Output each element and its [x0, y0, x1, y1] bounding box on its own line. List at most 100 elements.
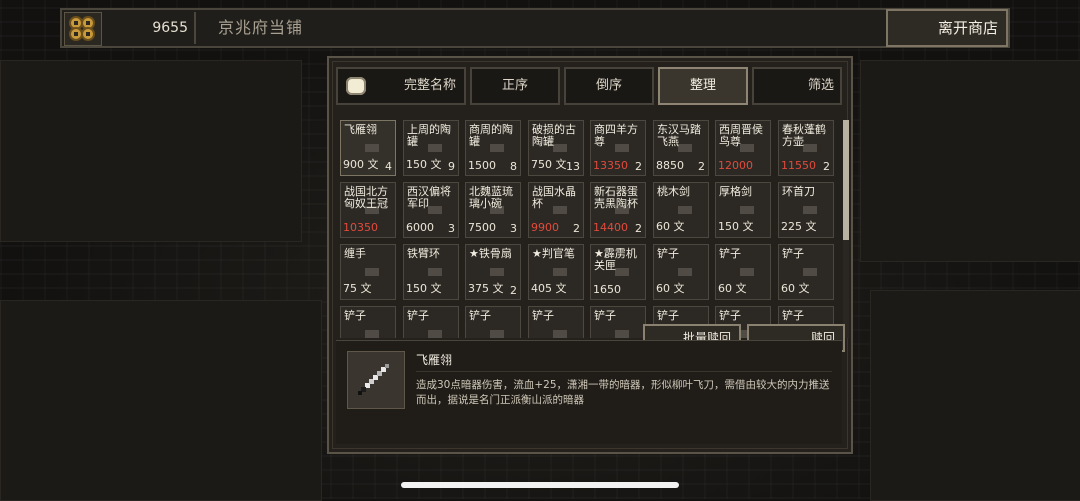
item-name: 铲子 — [719, 309, 741, 322]
item-price: 750 文 — [531, 158, 567, 171]
item-price: 225 文 — [781, 220, 817, 233]
item-name: 铲子 — [782, 247, 804, 260]
item-sprite-icon — [678, 268, 692, 276]
background-roof — [0, 60, 302, 242]
background-roof — [870, 290, 1080, 501]
item-slot[interactable]: 铲子 — [403, 306, 459, 338]
item-sprite-icon — [490, 330, 504, 338]
item-slot[interactable]: 破损的古陶罐 750 文 13 — [528, 120, 584, 176]
tab-full-name[interactable]: 完整名称 — [336, 67, 466, 105]
item-price: 60 文 — [718, 282, 747, 295]
item-price: 12000 — [718, 159, 753, 172]
item-name: ★判官笔 — [532, 247, 575, 260]
item-slot[interactable]: 西周晋侯鸟尊 12000 — [715, 120, 771, 176]
item-count: 4 — [385, 160, 392, 173]
item-slot[interactable]: 铲子 — [590, 306, 646, 338]
item-price: 150 文 — [718, 220, 754, 233]
item-name: 铲子 — [719, 247, 741, 260]
tab-label: 倒序 — [595, 78, 622, 93]
item-slot[interactable]: 铲子 — [528, 306, 584, 338]
item-grid: 飞雁翎 900 文 4 上周的陶罐 150 文 9 商周的陶罐 1500 8 破损的古陶罐 750 … — [340, 120, 836, 338]
item-slot[interactable]: 环首刀 225 文 — [778, 182, 834, 238]
item-price: 60 文 — [781, 282, 810, 295]
item-name: 商周的陶罐 — [469, 123, 513, 148]
item-sprite-icon — [740, 268, 754, 276]
item-price: 7500 — [468, 221, 496, 234]
item-price: 1650 — [593, 283, 621, 296]
item-slot[interactable]: 战国北方匈奴王冠 10350 — [340, 182, 396, 238]
tab-label: 筛选 — [807, 78, 834, 93]
item-slot[interactable]: 缠手 75 文 — [340, 244, 396, 300]
item-slot[interactable]: 新石器蛋壳黑陶杯 14400 2 — [590, 182, 646, 238]
item-name: 上周的陶罐 — [407, 123, 451, 148]
header-divider — [194, 12, 196, 44]
item-sprite-icon — [803, 268, 817, 276]
item-slot[interactable]: 铲子 60 文 — [778, 244, 834, 300]
item-count: 9 — [448, 160, 455, 173]
item-slot[interactable]: 铲子 60 文 — [715, 244, 771, 300]
item-slot[interactable]: 铁臂环 150 文 — [403, 244, 459, 300]
item-price: 150 文 — [406, 282, 442, 295]
item-slot[interactable]: 北魏蓝琉璃小碗 7500 3 — [465, 182, 521, 238]
item-slot[interactable]: 商四羊方尊 13350 2 — [590, 120, 646, 176]
leave-shop-button[interactable]: 离开商店 — [886, 9, 1008, 47]
tab-descending[interactable]: 倒序 — [564, 67, 654, 105]
item-slot[interactable]: 春秋蓬鹤方壶 11550 2 — [778, 120, 834, 176]
item-count: 2 — [635, 160, 642, 173]
item-slot[interactable]: ★霹雳机关匣 1650 — [590, 244, 646, 300]
item-slot[interactable]: 飞雁翎 900 文 4 — [340, 120, 396, 176]
item-count: 3 — [510, 222, 517, 235]
item-sprite-icon — [615, 330, 629, 338]
money-amount: 9655 — [152, 20, 188, 36]
item-sprite-icon — [490, 268, 504, 276]
item-slot[interactable]: 厚格剑 150 文 — [715, 182, 771, 238]
item-slot[interactable]: 上周的陶罐 150 文 9 — [403, 120, 459, 176]
toggle-dot-icon — [346, 77, 366, 95]
item-price: 60 文 — [656, 220, 685, 233]
item-name: 商四羊方尊 — [594, 123, 638, 148]
item-slot[interactable]: 铲子 60 文 — [653, 244, 709, 300]
item-name: 破损的古陶罐 — [532, 123, 576, 148]
item-name: 铲子 — [782, 309, 804, 322]
item-price: 60 文 — [656, 282, 685, 295]
item-price: 14400 — [593, 221, 628, 234]
item-name: 飞雁翎 — [344, 123, 377, 136]
item-slot[interactable]: 铲子 — [465, 306, 521, 338]
item-sprite-icon — [553, 330, 567, 338]
item-price: 10350 — [343, 221, 378, 234]
item-name: 铁臂环 — [407, 247, 440, 260]
item-name: 战国北方匈奴王冠 — [344, 185, 388, 210]
item-slot[interactable]: 铲子 — [340, 306, 396, 338]
item-name: 东汉马踏飞燕 — [657, 123, 701, 148]
item-slot[interactable]: 西汉偏将军印 6000 3 — [403, 182, 459, 238]
item-name: 西周晋侯鸟尊 — [719, 123, 763, 148]
scrollbar-thumb[interactable] — [843, 120, 849, 240]
item-price: 9900 — [531, 221, 559, 234]
detail-divider — [416, 371, 832, 372]
item-slot[interactable]: 商周的陶罐 1500 8 — [465, 120, 521, 176]
item-name: 缠手 — [344, 247, 366, 260]
item-name: ★铁骨扇 — [469, 247, 512, 260]
dagger-icon — [347, 351, 405, 409]
tab-ascending[interactable]: 正序 — [470, 67, 560, 105]
item-name: 厚格剑 — [719, 185, 752, 198]
item-sprite-icon — [678, 206, 692, 214]
item-name: 战国水晶杯 — [532, 185, 576, 210]
item-count: 2 — [635, 222, 642, 235]
item-slot[interactable]: ★铁骨扇 375 文 2 — [465, 244, 521, 300]
item-price: 11550 — [781, 159, 816, 172]
home-indicator[interactable] — [401, 482, 679, 488]
item-sprite-icon — [740, 206, 754, 214]
item-slot[interactable]: ★判官笔 405 文 — [528, 244, 584, 300]
shop-header-bar — [60, 8, 1010, 48]
tab-organize[interactable]: 整理 — [658, 67, 748, 105]
item-slot[interactable]: 东汉马踏飞燕 8850 2 — [653, 120, 709, 176]
item-slot[interactable]: 战国水晶杯 9900 2 — [528, 182, 584, 238]
item-sprite-icon — [365, 330, 379, 338]
item-slot[interactable]: 桃木剑 60 文 — [653, 182, 709, 238]
item-count: 2 — [510, 284, 517, 297]
shop-title: 京兆府当铺 — [218, 18, 304, 37]
tab-filter[interactable]: 筛选 — [752, 67, 842, 105]
item-price: 900 文 — [343, 158, 379, 171]
tab-label: 整理 — [689, 78, 716, 93]
